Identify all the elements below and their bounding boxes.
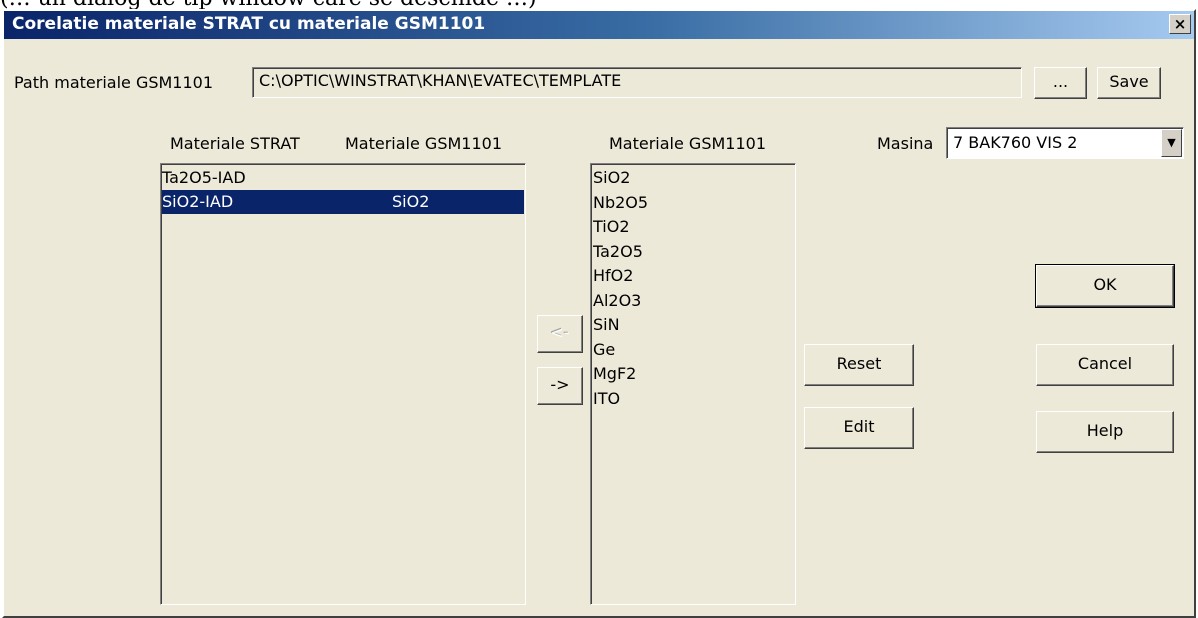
list-item[interactable]: ITO xyxy=(592,387,794,412)
path-label: Path materiale GSM1101 xyxy=(14,73,214,92)
help-button[interactable]: Help xyxy=(1036,411,1174,453)
list-item-selected[interactable]: SiO2-IAD SiO2 xyxy=(162,190,524,214)
cancel-button-label: Cancel xyxy=(1077,354,1133,373)
path-field[interactable]: C:\OPTIC\WINSTRAT\KHAN\EVATEC\TEMPLATE xyxy=(252,67,1022,98)
strat-materials-list[interactable]: Ta2O5-IAD SiO2-IAD SiO2 xyxy=(160,163,526,605)
save-button-label: Save xyxy=(1109,72,1149,91)
list-item[interactable]: SiN xyxy=(592,313,794,338)
edit-button[interactable]: Edit xyxy=(804,407,914,449)
masina-select[interactable]: 7 BAK760 VIS 2 ▼ xyxy=(946,127,1184,159)
browse-button-label: ... xyxy=(1052,72,1069,91)
path-value: C:\OPTIC\WINSTRAT\KHAN\EVATEC\TEMPLATE xyxy=(259,71,622,90)
reset-button[interactable]: Reset xyxy=(804,344,914,386)
list-item[interactable]: TiO2 xyxy=(592,215,794,240)
list-item[interactable]: HfO2 xyxy=(592,264,794,289)
move-left-button[interactable]: <- xyxy=(537,315,583,353)
header-materiale-gsm-right: Materiale GSM1101 xyxy=(609,134,767,153)
chevron-down-icon[interactable]: ▼ xyxy=(1161,129,1182,157)
list-item[interactable]: Ta2O5-IAD xyxy=(162,166,524,190)
strat-material-name: Ta2O5-IAD xyxy=(162,168,246,187)
help-button-label: Help xyxy=(1086,421,1124,440)
ok-button-label: OK xyxy=(1093,275,1117,294)
move-left-label: <- xyxy=(550,323,570,342)
list-item[interactable]: Ge xyxy=(592,338,794,363)
list-item[interactable]: Al2O3 xyxy=(592,289,794,314)
list-item[interactable]: Ta2O5 xyxy=(592,240,794,265)
move-right-button[interactable]: -> xyxy=(537,367,583,405)
close-button[interactable]: × xyxy=(1169,14,1191,34)
header-materiale-gsm-left: Materiale GSM1101 xyxy=(345,134,503,153)
gsm-materials-list[interactable]: SiO2 Nb2O5 TiO2 Ta2O5 HfO2 Al2O3 SiN Ge … xyxy=(590,163,796,605)
list-item[interactable]: Nb2O5 xyxy=(592,191,794,216)
strat-material-name: SiO2-IAD xyxy=(162,192,234,211)
ok-button[interactable]: OK xyxy=(1035,264,1175,308)
header-materiale-strat: Materiale STRAT xyxy=(170,134,300,153)
masina-label: Masina xyxy=(877,134,934,153)
reset-button-label: Reset xyxy=(836,354,882,373)
cut-caption-line: (… un dialog de tip window care se desch… xyxy=(0,0,1198,9)
move-right-label: -> xyxy=(550,375,570,394)
masina-selected-value: 7 BAK760 VIS 2 xyxy=(953,133,1078,152)
title-bar[interactable]: Corelatie materiale STRAT cu materiale G… xyxy=(4,11,1194,39)
list-item[interactable]: SiO2 xyxy=(592,166,794,191)
cut-caption-text: (… un dialog de tip window care se desch… xyxy=(0,0,537,9)
edit-button-label: Edit xyxy=(843,417,875,436)
browse-button[interactable]: ... xyxy=(1034,67,1087,99)
save-button[interactable]: Save xyxy=(1097,67,1161,99)
cancel-button[interactable]: Cancel xyxy=(1036,344,1174,386)
gsm-material-name: SiO2 xyxy=(392,192,430,211)
window-title: Corelatie materiale STRAT cu materiale G… xyxy=(12,14,486,34)
dialog-window: Corelatie materiale STRAT cu materiale G… xyxy=(2,9,1196,618)
close-icon: × xyxy=(1173,15,1187,33)
list-item[interactable]: MgF2 xyxy=(592,362,794,387)
